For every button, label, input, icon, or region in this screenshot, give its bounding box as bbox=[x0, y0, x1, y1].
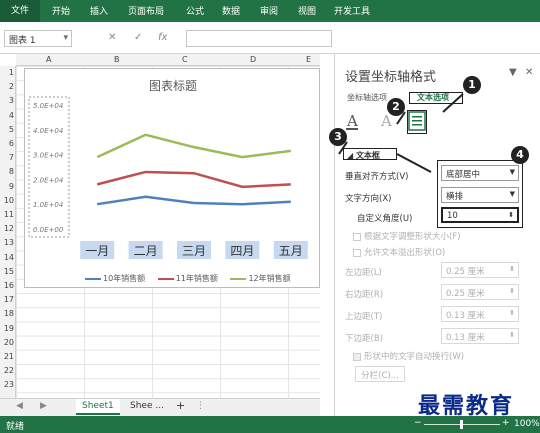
row-header[interactable]: 19 bbox=[0, 324, 14, 333]
chart[interactable]: 图表标题 5.0E+04 4.0E+04 3.0E+04 2.0E+04 1.0E+04… bbox=[24, 68, 320, 288]
row-header[interactable]: 10 bbox=[0, 196, 14, 205]
row-header[interactable]: 20 bbox=[0, 338, 14, 347]
nav-right-icon[interactable]: ▶ bbox=[34, 399, 53, 415]
tab-review[interactable]: 审阅 bbox=[260, 4, 278, 17]
legend-item: 12年销售额 bbox=[230, 273, 291, 284]
y-tick-label: 1.0E+04 bbox=[33, 201, 63, 209]
left-margin-input[interactable]: 0.25 厘米 ⬍ bbox=[441, 262, 519, 278]
x-tick-label: 五月 bbox=[279, 244, 303, 258]
wrap-text-checkbox[interactable]: 形状中的文字自动换行(W) bbox=[353, 350, 464, 362]
callout-arrows bbox=[338, 93, 464, 173]
y-tick-label: 5.0E+04 bbox=[33, 102, 63, 110]
row-header[interactable]: 23 bbox=[0, 380, 14, 389]
watermark: 最需教育 bbox=[418, 393, 515, 419]
right-margin-label: 右边距(R) bbox=[345, 290, 384, 300]
name-box[interactable]: 图表 1 ▾ bbox=[4, 30, 72, 47]
chart-plot: 5.0E+04 4.0E+04 3.0E+04 2.0E+04 1.0E+04 0.0E+… bbox=[28, 96, 308, 259]
row-header[interactable]: 6 bbox=[0, 139, 14, 148]
column-header[interactable]: E bbox=[306, 55, 311, 64]
series-line[interactable] bbox=[97, 195, 291, 206]
row-header[interactable]: 9 bbox=[0, 182, 14, 191]
row-header[interactable]: 11 bbox=[0, 210, 14, 219]
row-header[interactable]: 2 bbox=[0, 82, 14, 91]
fx-icon[interactable]: fx bbox=[158, 32, 167, 43]
row-header[interactable]: 18 bbox=[0, 309, 14, 318]
chevron-down-icon[interactable]: ▾ bbox=[63, 33, 68, 43]
tab-file[interactable]: 文件 bbox=[0, 0, 40, 22]
top-margin-input[interactable]: 0.13 厘米 ⬍ bbox=[441, 306, 519, 322]
column-header[interactable]: D bbox=[250, 55, 256, 64]
x-tick-label: 一月 bbox=[85, 244, 109, 258]
sheet-tab-sheet1[interactable]: Sheet1 bbox=[76, 399, 120, 415]
y-tick-label: 2.0E+04 bbox=[33, 176, 63, 184]
y-tick-label: 0.0E+00 bbox=[33, 226, 64, 234]
cancel-icon[interactable]: ✕ bbox=[108, 32, 116, 43]
row-header[interactable]: 8 bbox=[0, 167, 14, 176]
series-line[interactable] bbox=[96, 133, 291, 159]
row-header[interactable]: 16 bbox=[0, 281, 14, 290]
spinner-icon: ⬍ bbox=[509, 331, 515, 339]
series-line[interactable] bbox=[96, 170, 291, 189]
column-headers: A B C D E bbox=[16, 54, 320, 66]
chart-legend[interactable]: 10年销售额 11年销售额 12年销售额 bbox=[85, 273, 301, 284]
row-headers: 1 2 3 4 5 6 7 8 9 10 11 12 13 14 15 16 17 18 19 20 21 22 23 bbox=[0, 66, 16, 398]
x-tick-label: 四月 bbox=[230, 244, 254, 258]
right-margin-input[interactable]: 0.25 厘米 ⬍ bbox=[441, 284, 519, 300]
format-axis-pane: 设置坐标轴格式 ▼ ✕ 坐标轴选项 文本选项 A A ◢ 文本框 垂直对齐方式(… bbox=[329, 54, 540, 416]
spreadsheet-grid: A B C D E 1 2 3 4 5 6 7 8 9 10 11 12 13 14 15 16 17 18 19 2… bbox=[0, 54, 320, 398]
enter-icon[interactable]: ✓ bbox=[134, 32, 142, 43]
row-header[interactable]: 13 bbox=[0, 238, 14, 247]
top-margin-label: 上边距(T) bbox=[345, 312, 383, 322]
tab-developer[interactable]: 开发工具 bbox=[334, 4, 370, 17]
column-header[interactable]: A bbox=[46, 55, 51, 64]
bottom-margin-input[interactable]: 0.13 厘米 ⬍ bbox=[441, 328, 519, 344]
status-text: 就绪 bbox=[6, 422, 25, 432]
more-icon[interactable]: ⋮ bbox=[190, 399, 211, 415]
sheet-tab-sheet2[interactable]: Shee ... bbox=[124, 399, 170, 415]
zoom-level[interactable]: 100% bbox=[514, 419, 540, 429]
x-tick-label: 三月 bbox=[182, 244, 206, 258]
row-header[interactable]: 4 bbox=[0, 111, 14, 120]
y-tick-label: 3.0E+04 bbox=[33, 152, 63, 160]
sheet-tab-bar: ◀ ▶ Sheet1 Shee ... + ⋮ bbox=[0, 398, 320, 416]
row-header[interactable]: 15 bbox=[0, 267, 14, 276]
ribbon: 文件 开始 插入 页面布局 公式 数据 审阅 视图 开发工具 bbox=[0, 0, 540, 22]
spinner-icon: ⬍ bbox=[509, 265, 515, 273]
add-sheet-icon[interactable]: + bbox=[170, 397, 191, 413]
bottom-margin-label: 下边距(B) bbox=[345, 334, 383, 344]
column-header[interactable]: C bbox=[182, 55, 188, 64]
y-tick-label: 4.0E+04 bbox=[33, 127, 63, 135]
columns-button[interactable]: 分栏(C)... bbox=[355, 366, 405, 382]
legend-item: 10年销售额 bbox=[85, 273, 145, 284]
row-header[interactable]: 1 bbox=[0, 68, 14, 77]
row-header[interactable]: 14 bbox=[0, 253, 14, 262]
row-header[interactable]: 21 bbox=[0, 352, 14, 361]
left-margin-label: 左边距(L) bbox=[345, 268, 382, 278]
tab-formulas[interactable]: 公式 bbox=[186, 4, 204, 17]
spinner-icon: ⬍ bbox=[509, 287, 515, 295]
spinner-icon: ⬍ bbox=[509, 309, 515, 317]
column-header[interactable]: B bbox=[114, 55, 120, 64]
tab-view[interactable]: 视图 bbox=[298, 4, 316, 17]
row-header[interactable]: 22 bbox=[0, 366, 14, 375]
row-header[interactable]: 7 bbox=[0, 153, 14, 162]
row-header[interactable]: 3 bbox=[0, 96, 14, 105]
y-axis-selection[interactable] bbox=[28, 96, 70, 238]
tab-home[interactable]: 开始 bbox=[52, 4, 70, 17]
legend-item: 11年销售额 bbox=[157, 273, 218, 284]
formula-bar: 图表 1 ▾ ✕ ✓ fx bbox=[0, 22, 540, 54]
x-tick-label: 二月 bbox=[134, 244, 158, 258]
row-header[interactable]: 5 bbox=[0, 125, 14, 134]
zoom-slider-thumb[interactable] bbox=[460, 420, 463, 429]
formula-input[interactable] bbox=[186, 30, 332, 47]
row-header[interactable]: 17 bbox=[0, 295, 14, 304]
nav-left-icon[interactable]: ◀ bbox=[10, 399, 29, 415]
zoom-slider[interactable] bbox=[424, 420, 500, 429]
name-box-value: 图表 1 bbox=[9, 36, 36, 46]
tab-data[interactable]: 数据 bbox=[222, 4, 240, 17]
tab-insert[interactable]: 插入 bbox=[90, 4, 108, 17]
row-header[interactable]: 12 bbox=[0, 224, 14, 233]
tab-page-layout[interactable]: 页面布局 bbox=[128, 4, 164, 17]
